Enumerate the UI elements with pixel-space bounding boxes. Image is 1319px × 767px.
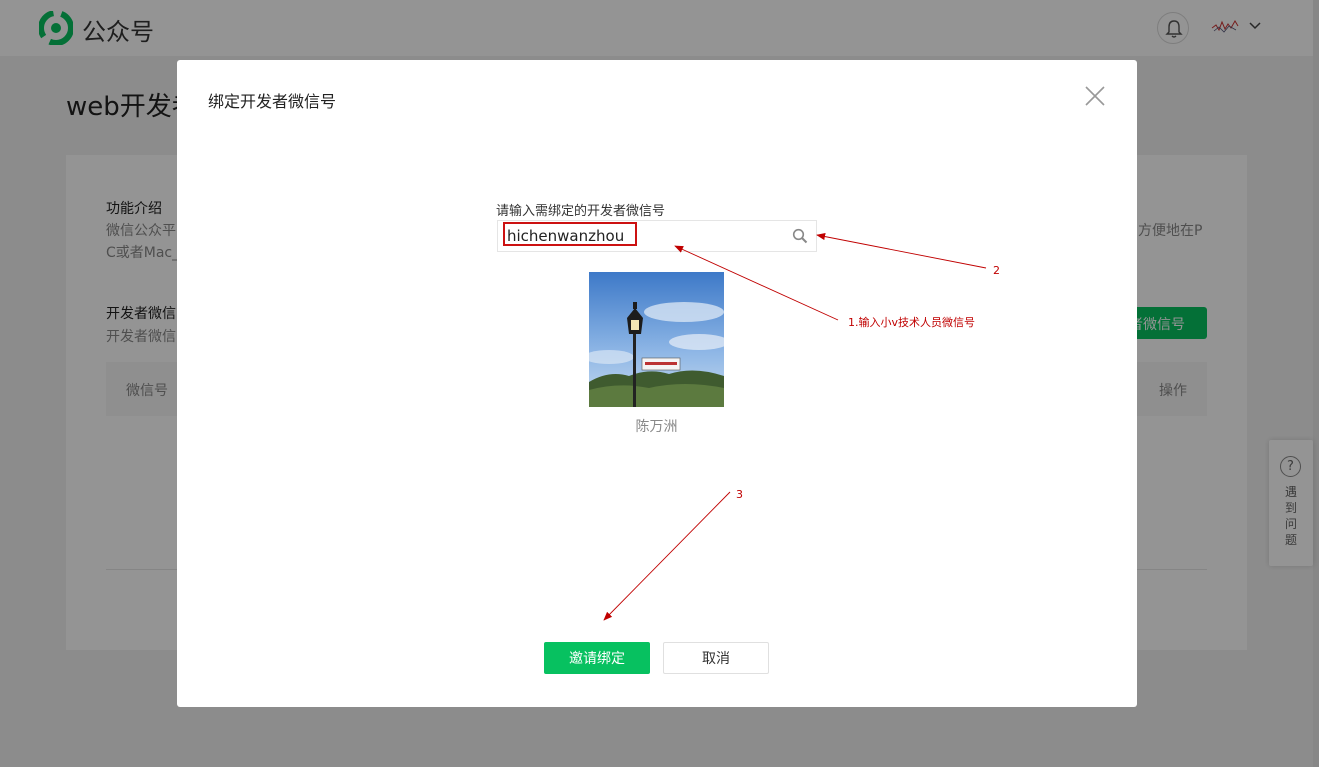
dialog-title: 绑定开发者微信号 [208, 92, 337, 111]
search-result-avatar[interactable] [589, 272, 724, 407]
annotation-step-3-label: 3 [736, 488, 743, 501]
bind-developer-dialog: 绑定开发者微信号 请输入需绑定的开发者微信号 hichenwanzhou 陈万洲… [177, 60, 1137, 707]
wechat-id-label: 请输入需绑定的开发者微信号 [496, 204, 666, 219]
annotation-step-1-label: 1.输入小v技术人员微信号 [848, 316, 976, 329]
annotation-step-2-label: 2 [993, 264, 1000, 277]
cancel-button[interactable]: 取消 [663, 642, 769, 674]
close-icon[interactable] [1083, 84, 1107, 108]
invite-bind-button[interactable]: 邀请绑定 [544, 642, 650, 674]
search-result-name: 陈万洲 [635, 419, 678, 435]
wechat-id-search-input[interactable]: hichenwanzhou [497, 220, 817, 252]
annotation-highlight-box [503, 222, 637, 246]
search-icon[interactable] [792, 228, 808, 244]
